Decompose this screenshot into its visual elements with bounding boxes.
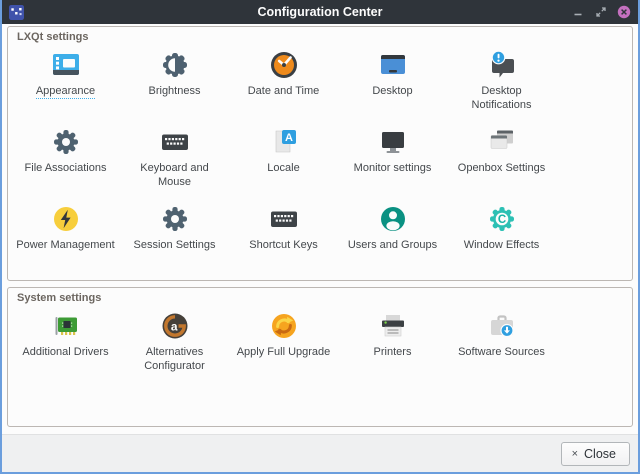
maximize-button[interactable] [594, 5, 608, 19]
svg-text:a: a [170, 319, 177, 333]
titlebar: Configuration Center [2, 0, 638, 24]
date-and-time-icon [268, 49, 300, 81]
svg-text:C: C [497, 214, 505, 226]
launcher-users-and-groups[interactable]: Users and Groups [338, 198, 447, 275]
launcher-software-sources[interactable]: Software Sources [447, 305, 556, 413]
launcher-shortcut-keys[interactable]: Shortcut Keys [229, 198, 338, 275]
appearance-icon [50, 49, 82, 81]
launcher-session-settings[interactable]: Session Settings [120, 198, 229, 275]
content-area: LXQt settings Appearance Brightness Date an… [2, 24, 638, 434]
launcher-label: Power Management [16, 238, 114, 252]
desktop-icon [377, 49, 409, 81]
desktop-notifications-icon [486, 49, 518, 81]
launcher-label: Keyboard and Mouse [124, 161, 226, 190]
additional-drivers-icon [50, 310, 82, 342]
alternatives-configurator-icon: a [159, 310, 191, 342]
group-system-settings: System settings Additional Drivers a Altern… [7, 287, 633, 427]
session-settings-icon [159, 203, 191, 235]
users-and-groups-icon [377, 203, 409, 235]
close-x-icon: × [572, 448, 578, 460]
launcher-label: Brightness [149, 84, 201, 98]
configuration-center-icon [9, 5, 24, 20]
monitor-settings-icon [377, 126, 409, 158]
launcher-brightness[interactable]: Brightness [120, 44, 229, 121]
minimize-button[interactable] [571, 5, 585, 19]
window-effects-icon: C [486, 203, 518, 235]
brightness-icon [159, 49, 191, 81]
launcher-locale[interactable]: A Locale [229, 121, 338, 198]
launcher-label: Additional Drivers [22, 345, 108, 359]
footer-bar: × Close [2, 434, 638, 472]
launcher-label: Monitor settings [354, 161, 432, 175]
launcher-printers[interactable]: Printers [338, 305, 447, 413]
group-lxqt-settings: LXQt settings Appearance Brightness Date an… [7, 26, 633, 281]
launcher-additional-drivers[interactable]: Additional Drivers [11, 305, 120, 413]
launcher-keyboard-and-mouse[interactable]: Keyboard and Mouse [120, 121, 229, 198]
openbox-settings-icon [486, 126, 518, 158]
launcher-label: Apply Full Upgrade [237, 345, 331, 359]
apply-full-upgrade-icon [268, 310, 300, 342]
launcher-date-and-time[interactable]: Date and Time [229, 44, 338, 121]
launcher-label: Shortcut Keys [249, 238, 317, 252]
window-title: Configuration Center [2, 5, 638, 19]
group-label: LXQt settings [8, 27, 632, 43]
launcher-label: Session Settings [134, 238, 216, 252]
launcher-grid: Additional Drivers a Alternatives Configur… [8, 304, 632, 413]
locale-icon: A [268, 126, 300, 158]
launcher-label: Openbox Settings [458, 161, 545, 175]
launcher-label: Alternatives Configurator [124, 345, 226, 374]
launcher-openbox-settings[interactable]: Openbox Settings [447, 121, 556, 198]
launcher-label: Printers [374, 345, 412, 359]
close-dialog-button[interactable]: × Close [561, 442, 630, 466]
launcher-grid: Appearance Brightness Date and Time Desktop… [8, 43, 632, 275]
close-button-label: Close [584, 447, 616, 461]
close-button[interactable] [617, 5, 631, 19]
launcher-label: Window Effects [464, 238, 540, 252]
keyboard-and-mouse-icon [159, 126, 191, 158]
launcher-apply-full-upgrade[interactable]: Apply Full Upgrade [229, 305, 338, 413]
software-sources-icon [486, 310, 518, 342]
printers-icon [377, 310, 409, 342]
launcher-window-effects[interactable]: C Window Effects [447, 198, 556, 275]
launcher-power-management[interactable]: Power Management [11, 198, 120, 275]
launcher-label: Date and Time [248, 84, 320, 98]
launcher-desktop-notifications[interactable]: Desktop Notifications [447, 44, 556, 121]
window-controls [571, 5, 631, 19]
svg-text:A: A [285, 132, 293, 144]
power-management-icon [50, 203, 82, 235]
launcher-alternatives-configurator[interactable]: a Alternatives Configurator [120, 305, 229, 413]
group-label: System settings [8, 288, 632, 304]
launcher-label: File Associations [25, 161, 107, 175]
launcher-label: Desktop [372, 84, 412, 98]
file-associations-icon [50, 126, 82, 158]
launcher-label: Desktop Notifications [451, 84, 553, 113]
launcher-label: Users and Groups [348, 238, 437, 252]
launcher-label: Appearance [36, 84, 95, 99]
launcher-desktop[interactable]: Desktop [338, 44, 447, 121]
shortcut-keys-icon [268, 203, 300, 235]
configuration-center-window: Configuration Center LXQt settingsAppear… [0, 0, 640, 474]
launcher-appearance[interactable]: Appearance [11, 44, 120, 121]
launcher-label: Software Sources [458, 345, 545, 359]
launcher-label: Locale [267, 161, 299, 175]
launcher-monitor-settings[interactable]: Monitor settings [338, 121, 447, 198]
launcher-file-associations[interactable]: File Associations [11, 121, 120, 198]
